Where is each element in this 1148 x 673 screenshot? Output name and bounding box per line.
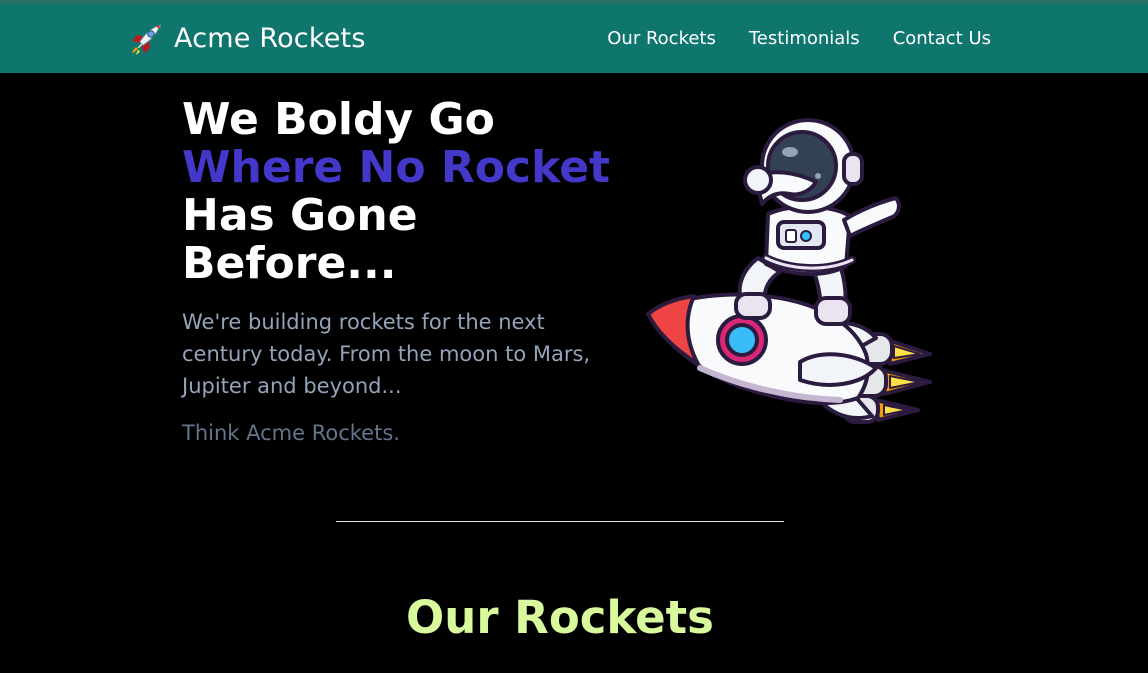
- hero-title-accent: Where No Rocket: [182, 142, 611, 193]
- hero-title-line-1: We Boldy Go: [182, 94, 495, 145]
- brand-link[interactable]: Acme Rockets: [128, 4, 366, 73]
- main-nav: Our Rockets Testimonials Contact Us: [607, 4, 991, 73]
- hero-description: We're building rockets for the next cent…: [182, 310, 591, 398]
- brand-name: Acme Rockets: [174, 23, 366, 54]
- astronaut-riding-rocket-illustration: [646, 118, 932, 424]
- nav-link-contact-us[interactable]: Contact Us: [893, 28, 991, 49]
- section-divider: [336, 521, 784, 522]
- hero-tagline: Think Acme Rockets.: [182, 421, 400, 445]
- hero-title: We Boldy Go Where No Rocket Has Gone Bef…: [182, 96, 612, 288]
- hero-title-line-3: Has Gone: [182, 190, 418, 241]
- nav-link-our-rockets[interactable]: Our Rockets: [607, 28, 716, 49]
- navbar: Acme Rockets Our Rockets Testimonials Co…: [0, 4, 1148, 73]
- nav-link-testimonials[interactable]: Testimonials: [749, 28, 860, 49]
- our-rockets-heading: Our Rockets: [406, 591, 714, 644]
- rocket-icon: [132, 23, 161, 55]
- hero-title-line-4: Before...: [182, 238, 397, 289]
